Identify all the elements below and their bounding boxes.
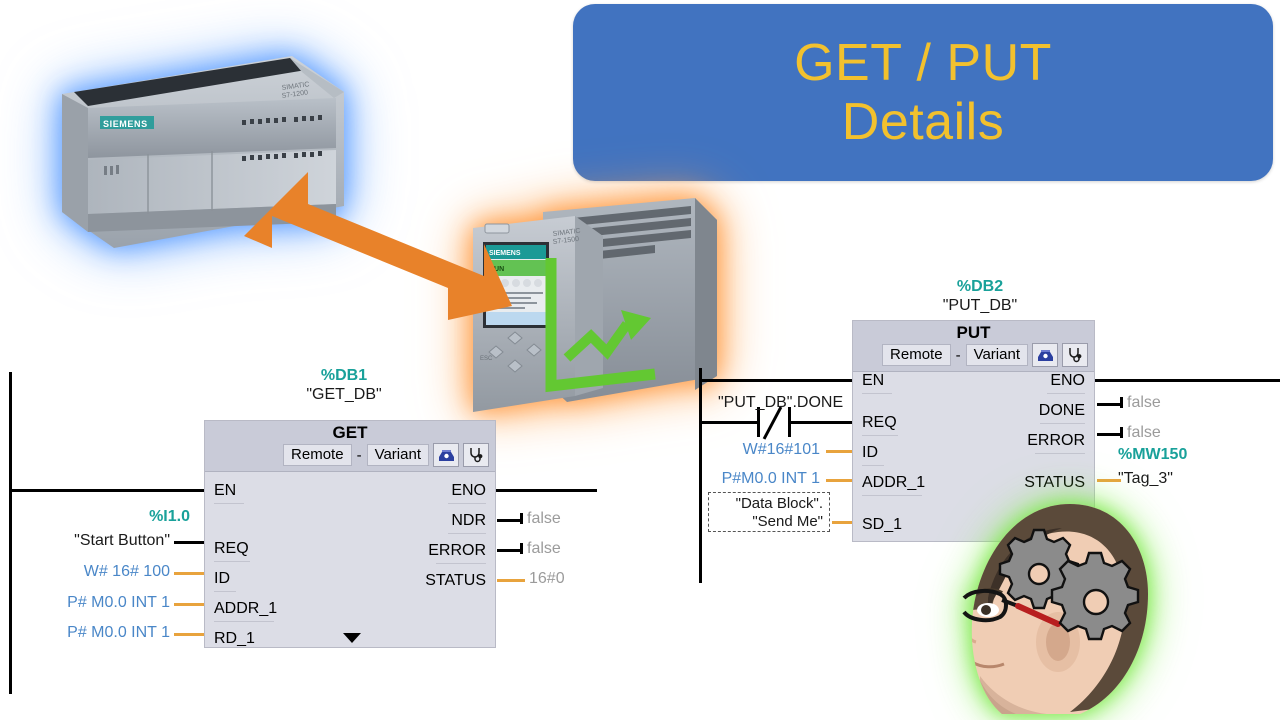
get-block-subheader: Remote - Variant xyxy=(205,443,495,467)
get-req-address: %I1.0 xyxy=(149,508,190,525)
title-banner: GET / PUT Details xyxy=(573,4,1273,181)
get-req-wire xyxy=(174,541,204,544)
put-block-header: PUT Remote - Variant xyxy=(853,321,1094,372)
put-pin-eno: ENO xyxy=(1050,372,1085,389)
put-sd1-wire xyxy=(832,521,852,524)
put-id-wire xyxy=(826,450,852,453)
diagnostics-icon[interactable] xyxy=(1062,343,1088,367)
get-function-block[interactable]: GET Remote - Variant EN REQ ID ADDR_1 RD… xyxy=(204,420,496,648)
get-status-wire xyxy=(497,579,525,582)
put-pin-error: ERROR xyxy=(1027,432,1085,449)
put-db-header: %DB2 "PUT_DB" xyxy=(890,278,1070,315)
get-pin-en: EN xyxy=(214,482,237,499)
ladder-left-rail xyxy=(9,372,12,694)
title-line-1: GET / PUT xyxy=(794,34,1052,93)
put-sd1-operand-line2: "Send Me" xyxy=(752,513,823,530)
get-separator: - xyxy=(356,446,362,464)
get-status-value: 16#0 xyxy=(529,570,565,587)
put-sd1-operand-line1: "Data Block". xyxy=(735,495,823,512)
put-pin-en: EN xyxy=(862,372,885,389)
put-req-rung-right xyxy=(790,421,853,424)
put-req-rung-left xyxy=(699,421,757,424)
get-ndr-value: false xyxy=(527,510,561,527)
put-done-value: false xyxy=(1127,394,1161,411)
put-contact-tag: "PUT_DB".DONE xyxy=(718,394,844,411)
connection-icon[interactable] xyxy=(433,443,459,467)
get-ndr-stub-cap xyxy=(520,513,523,524)
chevron-down-icon[interactable] xyxy=(343,633,361,643)
put-sd1-operand-box[interactable]: "Data Block". "Send Me" xyxy=(708,492,830,532)
get-error-value: false xyxy=(527,540,561,557)
put-error-value: false xyxy=(1127,424,1161,441)
put-db-name: "PUT_DB" xyxy=(942,297,1018,314)
get-eno-rung xyxy=(495,489,597,492)
put-addr1-wire xyxy=(826,479,852,482)
put-done-stub-cap xyxy=(1120,397,1123,408)
put-pin-status: STATUS xyxy=(1024,474,1085,491)
get-db-number: %DB1 xyxy=(320,367,368,384)
get-req-tag: "Start Button" xyxy=(74,532,170,549)
put-mode-selector[interactable]: Remote xyxy=(882,344,951,366)
bidirectional-arrow-icon xyxy=(244,172,512,320)
get-pin-eno: ENO xyxy=(451,482,486,499)
put-block-subheader: Remote - Variant xyxy=(853,343,1094,367)
get-pin-id: ID xyxy=(214,570,230,587)
put-pin-sd1: SD_1 xyxy=(862,516,903,533)
put-eno-rung xyxy=(1095,379,1280,382)
get-error-stub-cap xyxy=(520,543,523,554)
avatar-thinking-head xyxy=(962,504,1148,714)
get-db-name: "GET_DB" xyxy=(306,386,382,403)
get-pin-status: STATUS xyxy=(425,572,486,589)
put-separator: - xyxy=(955,346,961,364)
put-addr1-operand: P#M0.0 INT 1 xyxy=(721,470,820,487)
put-status-address: %MW150 xyxy=(1118,446,1188,463)
screenshot-canvas: GET / PUT Details SIEMENS SIMATIC S7-120… xyxy=(0,0,1280,720)
get-block-header: GET Remote - Variant xyxy=(205,421,495,472)
get-addr1-wire xyxy=(174,603,204,606)
get-pin-addr1: ADDR_1 xyxy=(214,600,278,617)
put-db-number: %DB2 xyxy=(956,278,1004,295)
get-pin-req: REQ xyxy=(214,540,249,557)
put-block-title: PUT xyxy=(956,323,991,342)
put-pin-id: ID xyxy=(862,444,878,461)
get-en-rung xyxy=(9,489,205,492)
get-addr1-operand: P# M0.0 INT 1 xyxy=(67,594,170,611)
put-id-operand: W#16#101 xyxy=(742,441,820,458)
get-db-header: %DB1 "GET_DB" xyxy=(254,367,434,404)
get-block-title: GET xyxy=(332,423,368,442)
get-rd1-wire xyxy=(174,633,204,636)
diagnostics-icon[interactable] xyxy=(463,443,489,467)
title-line-2: Details xyxy=(841,92,1005,151)
put-en-rung xyxy=(699,379,853,382)
get-datatype-selector[interactable]: Variant xyxy=(366,444,429,466)
put-datatype-selector[interactable]: Variant xyxy=(965,344,1028,366)
put-pin-addr1: ADDR_1 xyxy=(862,474,926,491)
get-rd1-operand: P# M0.0 INT 1 xyxy=(67,624,170,641)
put-pin-req: REQ xyxy=(862,414,897,431)
svg-text:SIEMENS: SIEMENS xyxy=(103,119,148,129)
get-pin-ndr: NDR xyxy=(451,512,486,529)
get-pin-error: ERROR xyxy=(428,542,486,559)
put-status-tag: "Tag_3" xyxy=(1118,470,1173,487)
get-pin-rd1: RD_1 xyxy=(214,630,255,647)
get-mode-selector[interactable]: Remote xyxy=(283,444,352,466)
get-id-operand: W# 16# 100 xyxy=(83,563,170,580)
get-id-wire xyxy=(174,572,204,575)
put-error-stub-cap xyxy=(1120,427,1123,438)
connection-icon[interactable] xyxy=(1032,343,1058,367)
svg-text:ESC: ESC xyxy=(480,356,493,362)
put-pin-done: DONE xyxy=(1038,402,1085,419)
